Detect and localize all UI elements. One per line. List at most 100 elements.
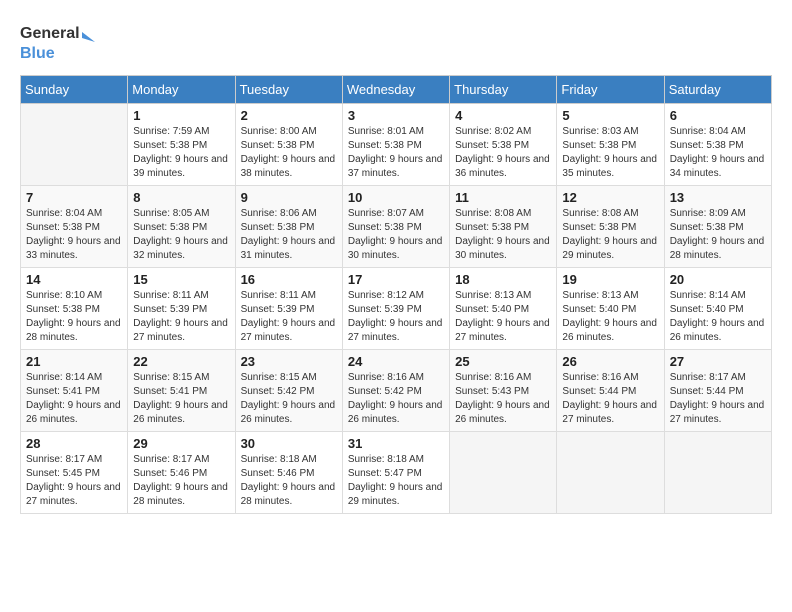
calendar-cell: 27 Sunrise: 8:17 AMSunset: 5:44 PMDayligh… [664, 350, 771, 432]
calendar-cell: 26Sunrise: 8:16 AMSunset: 5:44 PMDayligh… [557, 350, 664, 432]
week-row-1: 7Sunrise: 8:04 AMSunset: 5:38 PMDaylight… [21, 186, 772, 268]
day-info: Sunrise: 8:13 AMSunset: 5:40 PMDaylight:… [562, 289, 658, 345]
calendar-body: 1 Sunrise: 7:59 AMSunset: 5:38 PMDaylight… [21, 104, 772, 514]
logo: GeneralBlue [20, 20, 100, 65]
calendar-cell: 18 Sunrise: 8:13 AMSunset: 5:40 PMDayligh… [450, 268, 557, 350]
weekday-header-row: SundayMondayTuesdayWednesdayThursdayFrid… [21, 76, 772, 104]
day-number: 11 [455, 190, 551, 205]
day-number: 18 [455, 272, 551, 287]
week-row-2: 14 Sunrise: 8:10 AMSunset: 5:38 PMDayligh… [21, 268, 772, 350]
day-number: 19 [562, 272, 658, 287]
day-info: Sunrise: 8:17 AMSunset: 5:46 PMDaylight:… [133, 453, 229, 509]
header: GeneralBlue [20, 20, 772, 65]
day-info: Sunrise: 7:59 AMSunset: 5:38 PMDaylight:… [133, 125, 229, 181]
day-info: Sunrise: 8:06 AMSunset: 5:38 PMDaylight:… [241, 207, 337, 263]
day-number: 5 [562, 108, 658, 123]
calendar-cell: 10 Sunrise: 8:07 AMSunset: 5:38 PMDayligh… [342, 186, 449, 268]
weekday-header-tuesday: Tuesday [235, 76, 342, 104]
calendar-cell: 2Sunrise: 8:00 AMSunset: 5:38 PMDaylight… [235, 104, 342, 186]
week-row-4: 28 Sunrise: 8:17 AMSunset: 5:45 PMDayligh… [21, 432, 772, 514]
day-info: Sunrise: 8:08 AMSunset: 5:38 PMDaylight:… [455, 207, 551, 263]
svg-text:Blue: Blue [20, 45, 55, 62]
logo-svg: GeneralBlue [20, 20, 100, 65]
calendar-cell: 22 Sunrise: 8:15 AMSunset: 5:41 PMDayligh… [128, 350, 235, 432]
day-number: 17 [348, 272, 444, 287]
calendar-table: SundayMondayTuesdayWednesdayThursdayFrid… [20, 75, 772, 514]
day-info: Sunrise: 8:16 AMSunset: 5:43 PMDaylight:… [455, 371, 551, 427]
calendar-cell: 15Sunrise: 8:11 AMSunset: 5:39 PMDayligh… [128, 268, 235, 350]
calendar-cell: 6 Sunrise: 8:04 AMSunset: 5:38 PMDaylight… [664, 104, 771, 186]
day-info: Sunrise: 8:18 AMSunset: 5:47 PMDaylight:… [348, 453, 444, 509]
day-info: Sunrise: 8:10 AMSunset: 5:38 PMDaylight:… [26, 289, 122, 345]
day-number: 28 [26, 436, 122, 451]
day-info: Sunrise: 8:16 AMSunset: 5:42 PMDaylight:… [348, 371, 444, 427]
day-number: 1 [133, 108, 229, 123]
day-number: 7 [26, 190, 122, 205]
day-info: Sunrise: 8:15 AMSunset: 5:42 PMDaylight:… [241, 371, 337, 427]
day-info: Sunrise: 8:15 AMSunset: 5:41 PMDaylight:… [133, 371, 229, 427]
day-info: Sunrise: 8:11 AMSunset: 5:39 PMDaylight:… [241, 289, 337, 345]
weekday-header-sunday: Sunday [21, 76, 128, 104]
week-row-3: 21Sunrise: 8:14 AMSunset: 5:41 PMDayligh… [21, 350, 772, 432]
day-number: 24 [348, 354, 444, 369]
day-number: 2 [241, 108, 337, 123]
day-info: Sunrise: 8:07 AMSunset: 5:38 PMDaylight:… [348, 207, 444, 263]
day-info: Sunrise: 8:03 AMSunset: 5:38 PMDaylight:… [562, 125, 658, 181]
day-number: 10 [348, 190, 444, 205]
calendar-cell: 3 Sunrise: 8:01 AMSunset: 5:38 PMDaylight… [342, 104, 449, 186]
calendar-cell: 13 Sunrise: 8:09 AMSunset: 5:38 PMDayligh… [664, 186, 771, 268]
calendar-cell: 23 Sunrise: 8:15 AMSunset: 5:42 PMDayligh… [235, 350, 342, 432]
calendar-cell [21, 104, 128, 186]
weekday-header-thursday: Thursday [450, 76, 557, 104]
day-number: 22 [133, 354, 229, 369]
day-number: 9 [241, 190, 337, 205]
calendar-cell: 24 Sunrise: 8:16 AMSunset: 5:42 PMDayligh… [342, 350, 449, 432]
weekday-header-monday: Monday [128, 76, 235, 104]
day-info: Sunrise: 8:17 AMSunset: 5:44 PMDaylight:… [670, 371, 766, 427]
day-number: 23 [241, 354, 337, 369]
day-info: Sunrise: 8:12 AMSunset: 5:39 PMDaylight:… [348, 289, 444, 345]
day-info: Sunrise: 8:05 AMSunset: 5:38 PMDaylight:… [133, 207, 229, 263]
calendar-cell: 5 Sunrise: 8:03 AMSunset: 5:38 PMDaylight… [557, 104, 664, 186]
calendar-cell: 7Sunrise: 8:04 AMSunset: 5:38 PMDaylight… [21, 186, 128, 268]
calendar-cell: 19 Sunrise: 8:13 AMSunset: 5:40 PMDayligh… [557, 268, 664, 350]
calendar-cell: 25 Sunrise: 8:16 AMSunset: 5:43 PMDayligh… [450, 350, 557, 432]
day-info: Sunrise: 8:14 AMSunset: 5:40 PMDaylight:… [670, 289, 766, 345]
day-number: 21 [26, 354, 122, 369]
day-number: 15 [133, 272, 229, 287]
day-number: 27 [670, 354, 766, 369]
day-info: Sunrise: 8:09 AMSunset: 5:38 PMDaylight:… [670, 207, 766, 263]
day-number: 8 [133, 190, 229, 205]
week-row-0: 1 Sunrise: 7:59 AMSunset: 5:38 PMDaylight… [21, 104, 772, 186]
calendar-cell: 30Sunrise: 8:18 AMSunset: 5:46 PMDayligh… [235, 432, 342, 514]
calendar-cell: 28 Sunrise: 8:17 AMSunset: 5:45 PMDayligh… [21, 432, 128, 514]
day-info: Sunrise: 8:02 AMSunset: 5:38 PMDaylight:… [455, 125, 551, 181]
calendar-cell: 1 Sunrise: 7:59 AMSunset: 5:38 PMDaylight… [128, 104, 235, 186]
day-number: 4 [455, 108, 551, 123]
calendar-cell: 17 Sunrise: 8:12 AMSunset: 5:39 PMDayligh… [342, 268, 449, 350]
day-info: Sunrise: 8:17 AMSunset: 5:45 PMDaylight:… [26, 453, 122, 509]
day-number: 31 [348, 436, 444, 451]
calendar-cell [450, 432, 557, 514]
calendar-cell: 11 Sunrise: 8:08 AMSunset: 5:38 PMDayligh… [450, 186, 557, 268]
weekday-header-saturday: Saturday [664, 76, 771, 104]
day-number: 25 [455, 354, 551, 369]
day-info: Sunrise: 8:16 AMSunset: 5:44 PMDaylight:… [562, 371, 658, 427]
weekday-header-friday: Friday [557, 76, 664, 104]
day-number: 13 [670, 190, 766, 205]
day-info: Sunrise: 8:08 AMSunset: 5:38 PMDaylight:… [562, 207, 658, 263]
calendar-cell [664, 432, 771, 514]
weekday-header-wednesday: Wednesday [342, 76, 449, 104]
day-info: Sunrise: 8:04 AMSunset: 5:38 PMDaylight:… [670, 125, 766, 181]
calendar-cell: 9 Sunrise: 8:06 AMSunset: 5:38 PMDaylight… [235, 186, 342, 268]
calendar-cell [557, 432, 664, 514]
day-number: 30 [241, 436, 337, 451]
day-number: 6 [670, 108, 766, 123]
day-info: Sunrise: 8:13 AMSunset: 5:40 PMDaylight:… [455, 289, 551, 345]
calendar-cell: 16Sunrise: 8:11 AMSunset: 5:39 PMDayligh… [235, 268, 342, 350]
day-number: 14 [26, 272, 122, 287]
day-number: 3 [348, 108, 444, 123]
day-number: 20 [670, 272, 766, 287]
day-info: Sunrise: 8:01 AMSunset: 5:38 PMDaylight:… [348, 125, 444, 181]
calendar-cell: 20 Sunrise: 8:14 AMSunset: 5:40 PMDayligh… [664, 268, 771, 350]
